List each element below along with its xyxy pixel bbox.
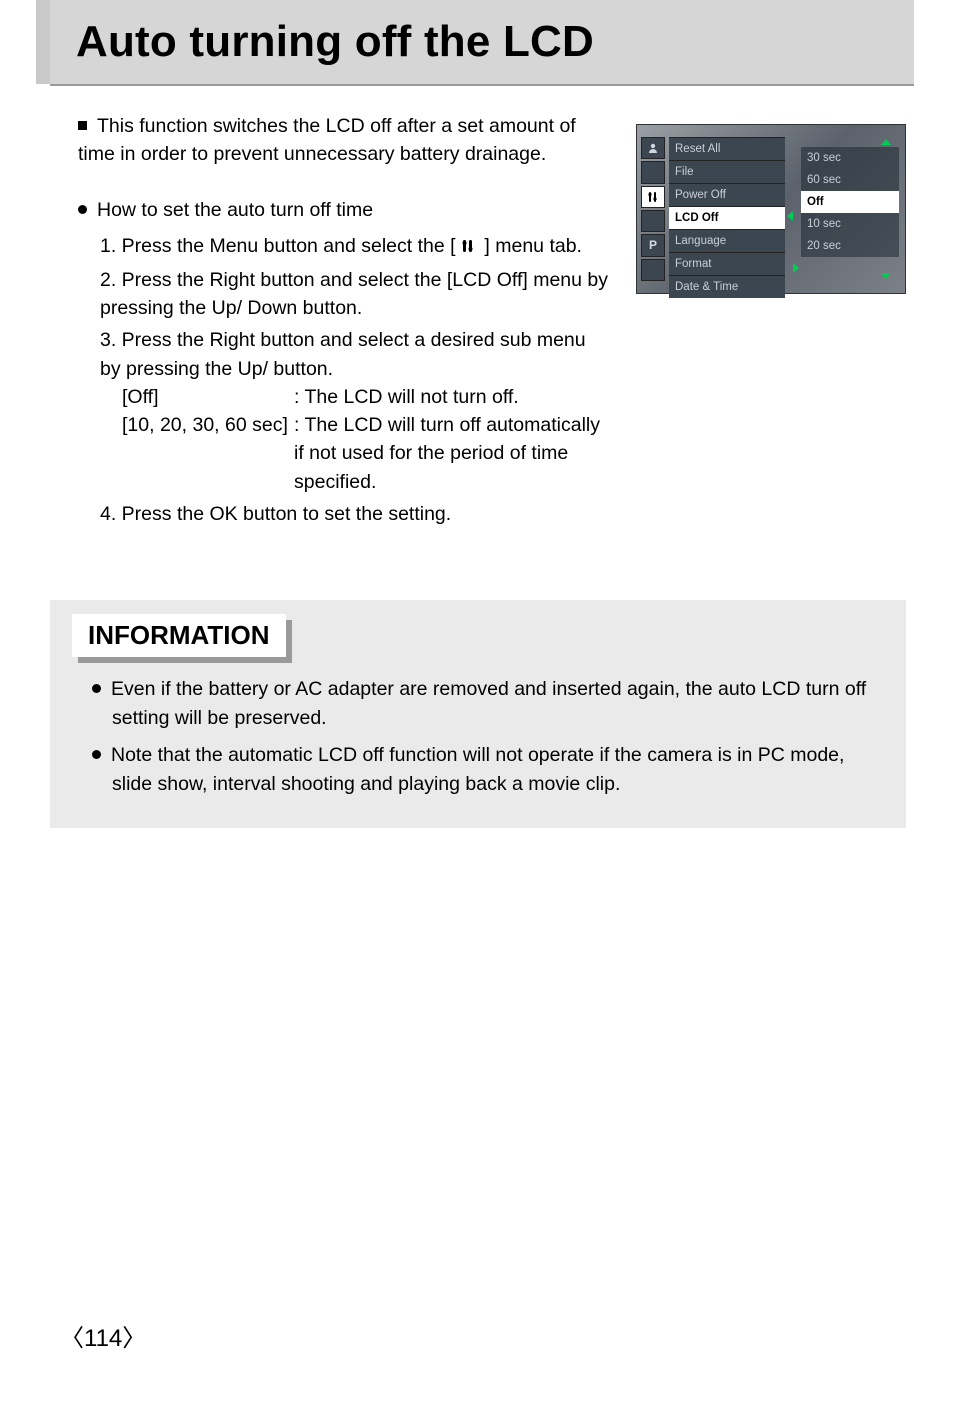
lcd-mi-lcdoff: LCD Off bbox=[669, 206, 785, 229]
info-item-2: Note that the automatic LCD off function… bbox=[92, 741, 878, 799]
title-band: Auto turning off the LCD bbox=[50, 0, 914, 86]
step-1: 1. Press the Menu button and select the … bbox=[100, 232, 610, 262]
arrow-up-icon bbox=[881, 139, 891, 145]
option-off-key: [Off] bbox=[122, 383, 294, 411]
step-4: 4. Press the OK button to set the settin… bbox=[100, 500, 610, 528]
lcd-opt-off: Off bbox=[801, 191, 899, 213]
lcd-tab-person bbox=[641, 137, 665, 159]
info-item-1: Even if the battery or AC adapter are re… bbox=[92, 675, 878, 733]
camera-lcd: P Reset All File Power Off LCD Off Langu… bbox=[636, 124, 906, 294]
information-title: INFORMATION bbox=[72, 614, 286, 657]
page-title: Auto turning off the LCD bbox=[76, 17, 594, 67]
dot-bullet-icon bbox=[92, 744, 111, 766]
dot-bullet-icon bbox=[78, 199, 97, 221]
side-stripe bbox=[36, 0, 50, 84]
arrow-left-icon bbox=[787, 211, 793, 221]
option-off-val: : The LCD will not turn off. bbox=[294, 383, 610, 411]
lcd-tab-p: P bbox=[641, 234, 665, 256]
lcd-menu: Reset All File Power Off LCD Off Languag… bbox=[669, 137, 785, 298]
lcd-tab-setup bbox=[641, 186, 665, 208]
lcd-mi-datetime: Date & Time bbox=[669, 275, 785, 298]
howto-heading: How to set the auto turn off time bbox=[78, 199, 610, 222]
information-box: INFORMATION Even if the battery or AC ad… bbox=[50, 600, 906, 828]
page-number: 〈114〉 bbox=[60, 1318, 146, 1353]
steps-list: 1. Press the Menu button and select the … bbox=[78, 232, 610, 529]
lead-text: This function switches the LCD off after… bbox=[78, 112, 610, 169]
lcd-mi-reset: Reset All bbox=[669, 137, 785, 160]
lcd-mi-poweroff: Power Off bbox=[669, 183, 785, 206]
dot-bullet-icon bbox=[92, 678, 111, 700]
lcd-tab-2 bbox=[641, 161, 665, 183]
arrow-right-icon bbox=[793, 263, 799, 273]
lcd-figure: P Reset All File Power Off LCD Off Langu… bbox=[636, 124, 906, 294]
step-3: 3. Press the Right button and select a d… bbox=[100, 326, 610, 496]
lcd-mi-format: Format bbox=[669, 252, 785, 275]
lcd-opt-60: 60 sec bbox=[801, 169, 899, 191]
lcd-mi-language: Language bbox=[669, 229, 785, 252]
lcd-options: 30 sec 60 sec Off 10 sec 20 sec bbox=[801, 147, 899, 257]
lcd-tab-column: P bbox=[641, 137, 665, 281]
square-bullet-icon bbox=[78, 115, 97, 137]
lcd-tab-4 bbox=[641, 210, 665, 232]
content: This function switches the LCD off after… bbox=[78, 112, 906, 532]
lcd-tab-6 bbox=[641, 259, 665, 281]
arrow-down-icon bbox=[881, 273, 891, 279]
lcd-opt-10: 10 sec bbox=[801, 213, 899, 235]
information-body: Even if the battery or AC adapter are re… bbox=[50, 675, 906, 798]
lcd-opt-20: 20 sec bbox=[801, 235, 899, 257]
step-2: 2. Press the Right button and select the… bbox=[100, 266, 610, 323]
lcd-mi-file: File bbox=[669, 160, 785, 183]
option-sec-key: [10, 20, 30, 60 sec] bbox=[122, 411, 294, 496]
setup-icon bbox=[461, 234, 479, 262]
option-sec-val: : The LCD will turn off automatically if… bbox=[294, 411, 610, 496]
lcd-opt-30: 30 sec bbox=[801, 147, 899, 169]
